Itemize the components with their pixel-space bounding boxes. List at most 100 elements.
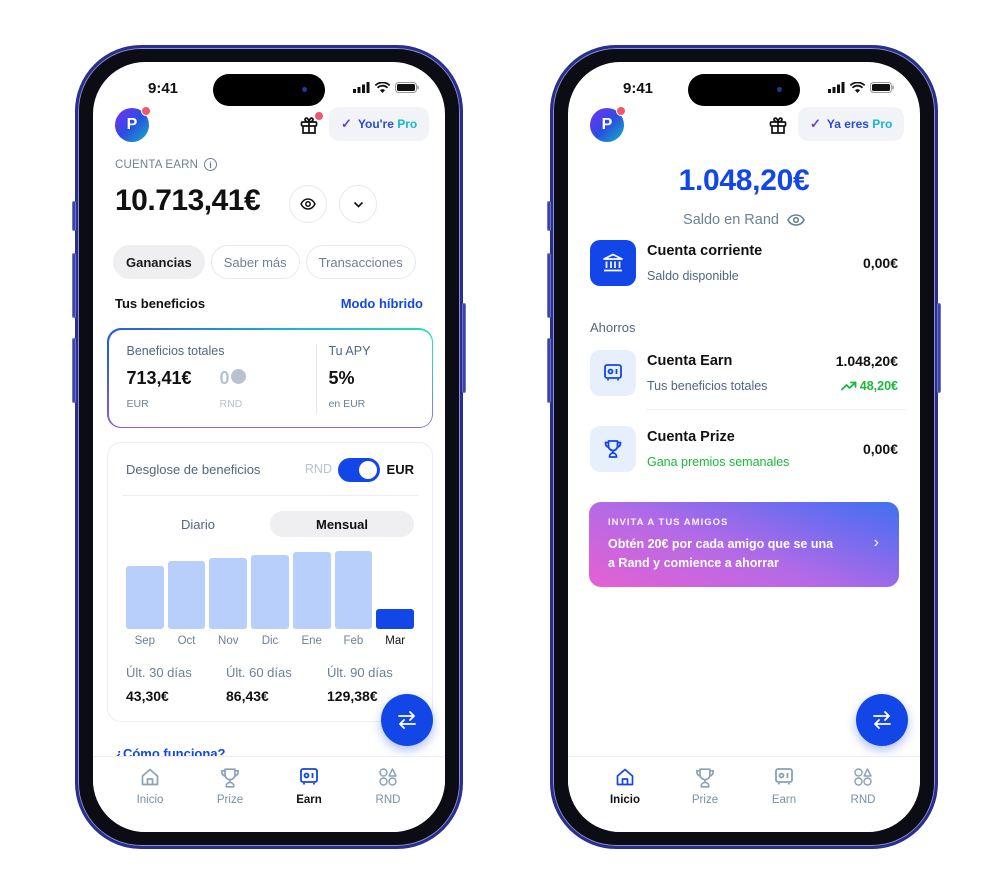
- prize-account-name: Cuenta Prize: [647, 429, 735, 445]
- stat-60-label: Últ. 60 días: [226, 665, 292, 680]
- status-time: 9:41: [623, 80, 654, 97]
- segment-mensual[interactable]: Mensual: [270, 511, 414, 537]
- benefits-title: Tus beneficios: [115, 296, 206, 311]
- current-account-name: Cuenta corriente: [647, 243, 763, 259]
- nav-item-label: Earn: [296, 794, 322, 806]
- safe-icon-tile: [590, 350, 636, 396]
- nav-item-prize[interactable]: Prize: [200, 767, 260, 806]
- stat-90-value: 129,38€: [327, 688, 378, 704]
- nav-item-label: Prize: [216, 794, 244, 806]
- bar-label-oct: Oct: [177, 635, 196, 647]
- total-benefits-value: 713,41€: [126, 367, 192, 388]
- stat-30-label: Últ. 30 días: [126, 665, 192, 680]
- promo-kicker: INVITA A TUS AMIGOS: [608, 517, 729, 528]
- gift-button[interactable]: [768, 115, 788, 135]
- bar-feb[interactable]: [334, 550, 373, 629]
- pro-badge[interactable]: ✓ You're Pro: [329, 107, 430, 141]
- nav-item-rnd[interactable]: RND: [358, 767, 418, 806]
- swap-arrows-icon: [398, 711, 416, 729]
- tab-transacciones[interactable]: Transacciones: [305, 245, 416, 279]
- phone-earn-screen: 9:41 P ✓ You're Pro CUENTA EARN i 10.713,…: [72, 45, 466, 849]
- apy-label: Tu APY: [328, 343, 371, 358]
- account-label: CUENTA EARN i: [115, 158, 218, 171]
- status-icons: [828, 82, 894, 93]
- signal-icon: [353, 82, 370, 93]
- bar-oct[interactable]: [167, 560, 206, 629]
- bar-ene[interactable]: [292, 552, 331, 629]
- current-account-desc: Saldo disponible: [647, 269, 739, 283]
- transfer-button[interactable]: [381, 694, 433, 746]
- signal-icon: [828, 82, 845, 93]
- divider: [122, 495, 418, 496]
- avatar[interactable]: P: [590, 106, 626, 142]
- current-account-row[interactable]: Cuenta corriente Saldo disponible 0,00€: [590, 240, 898, 290]
- savings-section-title: Ahorros: [590, 320, 636, 335]
- hybrid-mode-link[interactable]: Modo híbrido: [341, 296, 423, 311]
- bar-label-ene: Ene: [301, 635, 322, 647]
- divider: [315, 343, 317, 414]
- prize-account-amount: 0,00€: [862, 441, 898, 457]
- notification-dot: [616, 106, 626, 116]
- nav-item-inicio[interactable]: Inicio: [120, 767, 180, 806]
- dynamic-island: [688, 74, 800, 106]
- tab-ganancias[interactable]: Ganancias: [113, 245, 205, 279]
- screen: 9:41 P ✓ You're Pro CUENTA EARN i 10.713,…: [93, 62, 445, 832]
- power-button: [462, 303, 466, 393]
- bar-nov[interactable]: [209, 558, 248, 629]
- balance-label: Saldo en Rand: [568, 212, 920, 228]
- nav-item-earn[interactable]: Earn: [754, 767, 814, 806]
- toggle-label-rnd: RND: [304, 462, 332, 476]
- safe-icon: [299, 767, 319, 789]
- tab-saber-mas[interactable]: Saber más: [210, 245, 300, 279]
- check-icon: ✓: [810, 116, 821, 131]
- stat-90-label: Últ. 90 días: [327, 665, 393, 680]
- prize-account-row[interactable]: Cuenta Prize Gana premios semanales 0,00…: [590, 426, 898, 476]
- phone-home-screen: 9:41 P ✓ Ya eres Pro 1.048,20€ Saldo en …: [547, 45, 941, 849]
- segment-diario[interactable]: Diario: [126, 511, 270, 537]
- balance: 10.713,41€: [115, 184, 261, 217]
- rnd-benefits-unit: RND: [219, 397, 243, 410]
- divider: [647, 409, 906, 410]
- notification-dot: [141, 106, 151, 116]
- rnd-coin-icon: [230, 369, 246, 385]
- bar-mar[interactable]: [376, 608, 414, 629]
- total-balance: 1.048,20€: [678, 164, 810, 197]
- stat-30-value: 43,30€: [126, 688, 169, 704]
- battery-icon: [870, 82, 894, 93]
- action-button: [72, 201, 76, 231]
- transfer-button[interactable]: [856, 694, 908, 746]
- avatar[interactable]: P: [115, 106, 151, 142]
- power-button: [937, 303, 941, 393]
- nav-item-prize[interactable]: Prize: [675, 767, 735, 806]
- pro-badge[interactable]: ✓ Ya eres Pro: [798, 107, 905, 141]
- currency-toggle[interactable]: [338, 458, 380, 482]
- home-icon: [140, 767, 160, 789]
- bottom-nav: Inicio Prize Earn RND: [93, 756, 445, 832]
- bottom-nav: Inicio Prize Earn RND: [568, 756, 920, 832]
- bar-dic[interactable]: [251, 554, 289, 629]
- bar-label-mar: Mar: [385, 635, 406, 647]
- wifi-icon: [375, 82, 390, 93]
- gift-button[interactable]: [299, 112, 323, 135]
- toggle-visibility-button[interactable]: [289, 185, 327, 223]
- nav-item-inicio[interactable]: Inicio: [595, 767, 655, 806]
- breakdown-title: Desglose de beneficios: [126, 462, 261, 477]
- battery-icon: [395, 82, 419, 93]
- home-icon: [615, 767, 635, 789]
- shapes-icon: [853, 767, 873, 789]
- invite-friends-banner[interactable]: INVITA A TUS AMIGOS Obtén 20€ por cada a…: [589, 502, 899, 587]
- status-time: 9:41: [148, 80, 179, 97]
- earn-account-row[interactable]: Cuenta Earn Tus beneficios totales 1.048…: [590, 350, 898, 400]
- notification-dot: [315, 112, 323, 120]
- benefits-card: Beneficios totales 713,41€ EUR 0 RND Tu …: [107, 328, 433, 428]
- rnd-benefits-value: 0: [220, 368, 246, 389]
- account-tabs: Ganancias Saber más Transacciones: [113, 245, 416, 279]
- info-icon[interactable]: i: [204, 158, 218, 171]
- bar-sep[interactable]: [126, 565, 164, 629]
- nav-item-rnd[interactable]: RND: [833, 767, 893, 806]
- bank-icon-tile: [590, 240, 636, 286]
- nav-item-label: RND: [375, 794, 401, 806]
- nav-item-earn[interactable]: Earn: [279, 767, 339, 806]
- eye-icon[interactable]: [787, 214, 805, 226]
- expand-button[interactable]: [339, 185, 377, 223]
